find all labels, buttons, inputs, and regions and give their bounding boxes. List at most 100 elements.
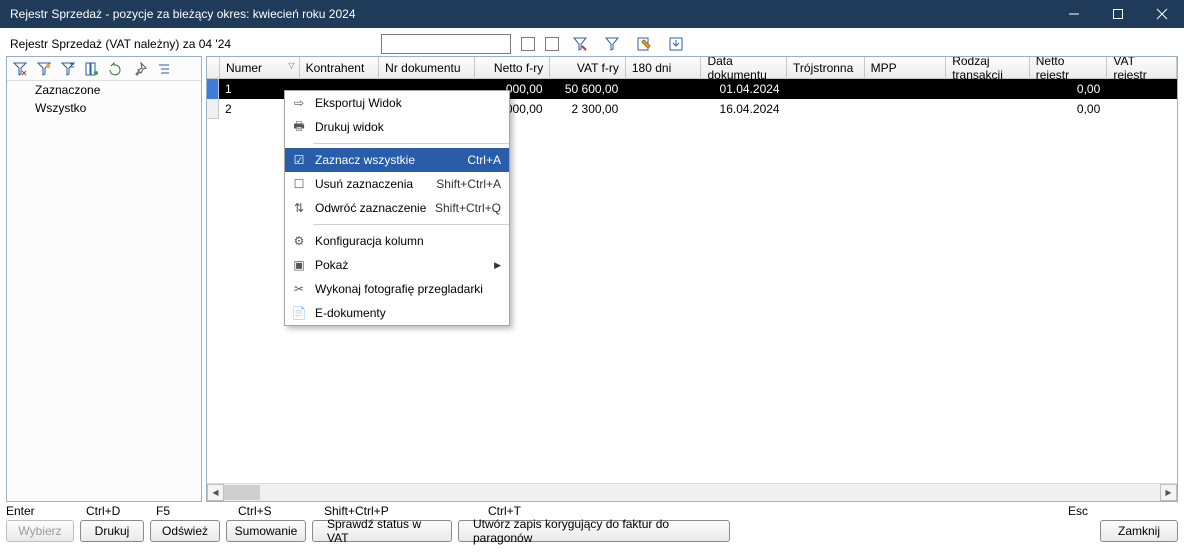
- wybierz-button: Wybierz: [6, 520, 74, 542]
- col-vatrej[interactable]: VAT rejestr: [1107, 57, 1177, 78]
- row-selector[interactable]: [207, 79, 219, 99]
- menu-show[interactable]: ▣ Pokaż ▶: [285, 253, 509, 277]
- tree-item-marked[interactable]: Zaznaczone: [7, 81, 201, 99]
- menu-separator: [313, 224, 509, 225]
- tree-item-all[interactable]: Wszystko: [7, 99, 201, 117]
- drukuj-button[interactable]: Drukuj: [80, 520, 144, 542]
- col-nettorej[interactable]: Netto rejestr: [1030, 57, 1108, 78]
- registry-label: Rejestr Sprzedaż (VAT należny) za 04 '24: [10, 37, 231, 51]
- document-icon: 📄: [289, 306, 309, 320]
- refresh-icon[interactable]: [107, 60, 125, 78]
- left-panel: Zaznaczone Wszystko: [6, 56, 202, 502]
- download-icon[interactable]: [665, 34, 687, 54]
- zamknij-button[interactable]: Zamknij: [1100, 520, 1178, 542]
- menu-clear-selection[interactable]: ☐ Usuń zaznaczenia Shift+Ctrl+A: [285, 172, 509, 196]
- cell-mpp: [864, 99, 946, 119]
- context-menu: ⇨ Eksportuj Widok 🖶 Drukuj widok ☑ Zazna…: [284, 90, 510, 326]
- export-icon: ⇨: [289, 96, 309, 110]
- sort-indicator-icon: ▽: [288, 61, 294, 70]
- edit-icon[interactable]: [633, 34, 655, 54]
- maximize-button[interactable]: [1096, 0, 1140, 28]
- menu-print-view[interactable]: 🖶 Drukuj widok: [285, 115, 509, 139]
- utworz-zapis-button[interactable]: Utwórz zapis korygujący do faktur do par…: [458, 520, 730, 542]
- window-title: Rejestr Sprzedaż - pozycje za bieżący ok…: [10, 7, 1052, 21]
- cell-nettorej: 0,00: [1030, 99, 1108, 119]
- bottom-bar: Enter Ctrl+D F5 Ctrl+S Shift+Ctrl+P Ctrl…: [6, 504, 1178, 548]
- clear-selection-icon: ☐: [289, 177, 309, 191]
- col-rowmarker: [207, 57, 220, 78]
- funnel-list-icon[interactable]: [59, 60, 77, 78]
- checkbox-2[interactable]: [545, 37, 559, 51]
- hint-f5: F5: [156, 504, 238, 518]
- printer-icon: 🖶: [289, 117, 309, 138]
- cell-rodzaj: [946, 99, 1030, 119]
- cell-180: [625, 79, 701, 99]
- menu-screenshot[interactable]: ✂ Wykonaj fotografię przegladarki: [285, 277, 509, 301]
- funnel-red-icon[interactable]: [569, 34, 591, 54]
- cell-troj: [787, 79, 865, 99]
- submenu-arrow-icon: ▶: [494, 260, 501, 271]
- sprawdz-vat-button[interactable]: Sprawdź status w VAT: [312, 520, 452, 542]
- sumowanie-button[interactable]: Sumowanie: [226, 520, 306, 542]
- col-nrdok[interactable]: Nr dokumentu: [379, 57, 474, 78]
- cell-mpp: [864, 79, 946, 99]
- hint-ctrlt: Ctrl+T: [488, 504, 1068, 518]
- select-all-icon: ☑: [289, 153, 309, 167]
- cell-rodzaj: [946, 79, 1030, 99]
- menu-column-config[interactable]: ⚙ Konfiguracja kolumn: [285, 229, 509, 253]
- hint-enter: Enter: [6, 504, 86, 518]
- show-icon: ▣: [289, 258, 309, 272]
- menu-export-view[interactable]: ⇨ Eksportuj Widok: [285, 91, 509, 115]
- col-data[interactable]: Data dokumentu: [701, 57, 787, 78]
- cell-vatrej: [1107, 79, 1177, 99]
- funnel-delete-icon[interactable]: [11, 60, 29, 78]
- col-trojstronna[interactable]: Trójstronna: [787, 57, 865, 78]
- menu-select-all[interactable]: ☑ Zaznacz wszystkie Ctrl+A: [285, 148, 509, 172]
- cell-vatrej: [1107, 99, 1177, 119]
- scroll-left-icon[interactable]: ◀: [207, 484, 224, 501]
- checkbox-1[interactable]: [521, 37, 535, 51]
- grid-header: Numer▽ Kontrahent Nr dokumentu Netto f-r…: [207, 57, 1177, 79]
- funnel-edit-icon[interactable]: [35, 60, 53, 78]
- left-toolbar: [7, 57, 201, 81]
- col-netto[interactable]: Netto f-ry: [475, 57, 551, 78]
- col-numer[interactable]: Numer▽: [220, 57, 300, 78]
- odswiez-button[interactable]: Odśwież: [150, 520, 220, 542]
- columns-icon[interactable]: [83, 60, 101, 78]
- cell-180: [625, 99, 701, 119]
- funnel-icon[interactable]: [601, 34, 623, 54]
- shortcut-hints: Enter Ctrl+D F5 Ctrl+S Shift+Ctrl+P Ctrl…: [6, 504, 1178, 518]
- col-rodzaj[interactable]: Rodzaj transakcji: [946, 57, 1030, 78]
- menu-invert-selection[interactable]: ⇅ Odwróć zaznaczenie Shift+Ctrl+Q: [285, 196, 509, 220]
- row-selector[interactable]: [207, 99, 219, 119]
- hint-esc: Esc: [1068, 504, 1150, 518]
- minimize-button[interactable]: [1052, 0, 1096, 28]
- search-input[interactable]: [381, 34, 511, 54]
- cell-vat: 2 300,00: [550, 99, 626, 119]
- hint-ctrls: Ctrl+S: [238, 504, 324, 518]
- cell-nettorej: 0,00: [1030, 79, 1108, 99]
- pin-icon[interactable]: [131, 60, 149, 78]
- col-kontrahent[interactable]: Kontrahent: [300, 57, 380, 78]
- window-titlebar: Rejestr Sprzedaż - pozycje za bieżący ok…: [0, 0, 1184, 28]
- menu-edocuments[interactable]: 📄 E-dokumenty: [285, 301, 509, 325]
- hint-shiftctrlp: Shift+Ctrl+P: [324, 504, 488, 518]
- menu-separator: [313, 143, 509, 144]
- cell-vat: 50 600,00: [550, 79, 626, 99]
- scroll-thumb[interactable]: [224, 485, 260, 500]
- cell-troj: [787, 99, 865, 119]
- invert-selection-icon: ⇅: [289, 201, 309, 215]
- col-mpp[interactable]: MPP: [865, 57, 947, 78]
- gear-icon: ⚙: [289, 234, 309, 248]
- scroll-right-icon[interactable]: ▶: [1160, 484, 1177, 501]
- col-180dni[interactable]: 180 dni: [626, 57, 702, 78]
- list-tree-icon[interactable]: [155, 60, 173, 78]
- content-area: Zaznaczone Wszystko Numer▽ Kontrahent Nr…: [6, 56, 1178, 502]
- hint-ctrld: Ctrl+D: [86, 504, 156, 518]
- close-button[interactable]: [1140, 0, 1184, 28]
- horizontal-scrollbar[interactable]: ◀ ▶: [207, 483, 1177, 501]
- cell-data: 01.04.2024: [701, 79, 787, 99]
- col-vat[interactable]: VAT f-ry: [550, 57, 626, 78]
- scissors-icon: ✂: [289, 282, 309, 296]
- cell-data: 16.04.2024: [701, 99, 787, 119]
